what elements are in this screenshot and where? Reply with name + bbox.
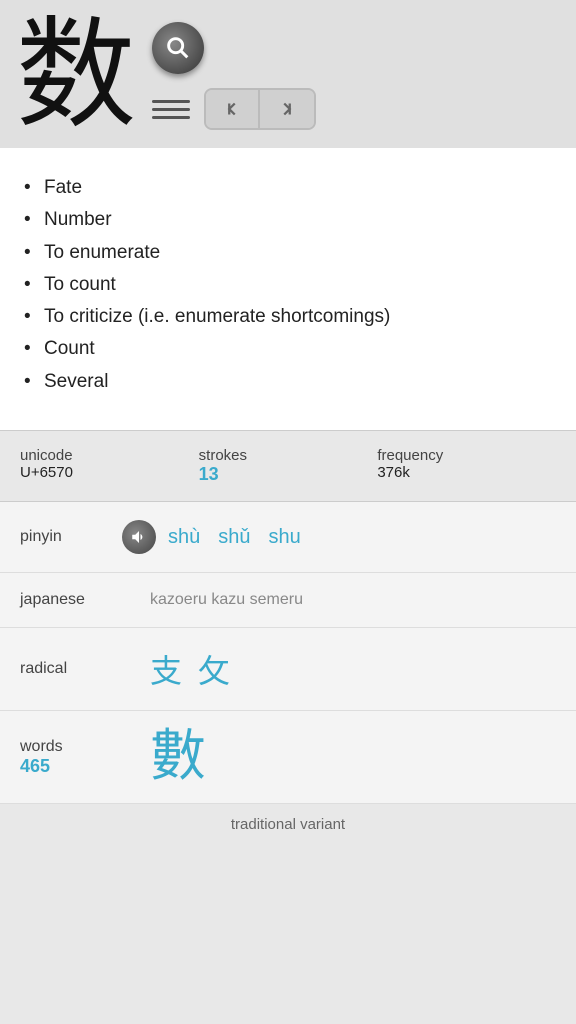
meaning-item: Number (24, 204, 552, 236)
kanji-character: 数 (16, 16, 136, 136)
meaning-item: Count (24, 333, 552, 365)
next-button[interactable] (260, 90, 314, 128)
radical-char: 攵 (198, 646, 230, 692)
pinyin-label: pinyin (20, 528, 110, 546)
menu-line-3 (152, 116, 190, 119)
frequency-value: 376k (377, 464, 556, 481)
strokes-stat: strokes 13 (199, 447, 378, 485)
strokes-value: 13 (199, 464, 378, 485)
navigation-buttons (204, 88, 316, 130)
stats-row: unicode U+6570 strokes 13 frequency 376k (0, 430, 576, 502)
radical-label: radical (20, 660, 150, 678)
radical-chars: 支攵 (150, 646, 230, 692)
meaning-item: To criticize (i.e. enumerate shortcoming… (24, 301, 552, 333)
header: 数 (0, 0, 576, 148)
pinyin-row: pinyin shùshǔshu (0, 502, 576, 573)
radical-char: 支 (150, 646, 182, 692)
japanese-value: kazoeru kazu semeru (150, 591, 303, 609)
meanings-list: FateNumberTo enumerateTo countTo critici… (24, 172, 552, 398)
pinyin-value: shu (269, 526, 301, 549)
speaker-button[interactable] (122, 520, 156, 554)
prev-button[interactable] (206, 90, 260, 128)
pinyin-value: shù (168, 526, 200, 549)
japanese-label: japanese (20, 591, 150, 609)
search-button[interactable] (152, 22, 204, 74)
frequency-label: frequency (377, 447, 556, 464)
pinyin-value: shǔ (218, 526, 250, 549)
words-count: 465 (20, 756, 150, 777)
unicode-stat: unicode U+6570 (20, 447, 199, 485)
words-kanji: 數 (150, 729, 206, 785)
meanings-card: FateNumberTo enumerateTo countTo critici… (0, 148, 576, 430)
meaning-item: To enumerate (24, 237, 552, 269)
menu-line-2 (152, 108, 190, 111)
header-controls (152, 22, 316, 130)
words-label-block: words 465 (20, 738, 150, 777)
radical-row: radical 支攵 (0, 628, 576, 711)
meaning-item: To count (24, 269, 552, 301)
menu-button[interactable] (152, 100, 190, 119)
meaning-item: Fate (24, 172, 552, 204)
controls-row (152, 88, 316, 130)
meaning-item: Several (24, 366, 552, 398)
traditional-label: traditional variant (231, 816, 345, 833)
words-row: words 465 數 (0, 711, 576, 804)
traditional-row: traditional variant (0, 804, 576, 846)
pinyin-values: shùshǔshu (168, 526, 301, 549)
strokes-label: strokes (199, 447, 378, 464)
frequency-stat: frequency 376k (377, 447, 556, 485)
menu-line-1 (152, 100, 190, 103)
japanese-row: japanese kazoeru kazu semeru (0, 573, 576, 628)
words-label: words (20, 738, 150, 756)
unicode-label: unicode (20, 447, 199, 464)
unicode-value: U+6570 (20, 464, 199, 481)
